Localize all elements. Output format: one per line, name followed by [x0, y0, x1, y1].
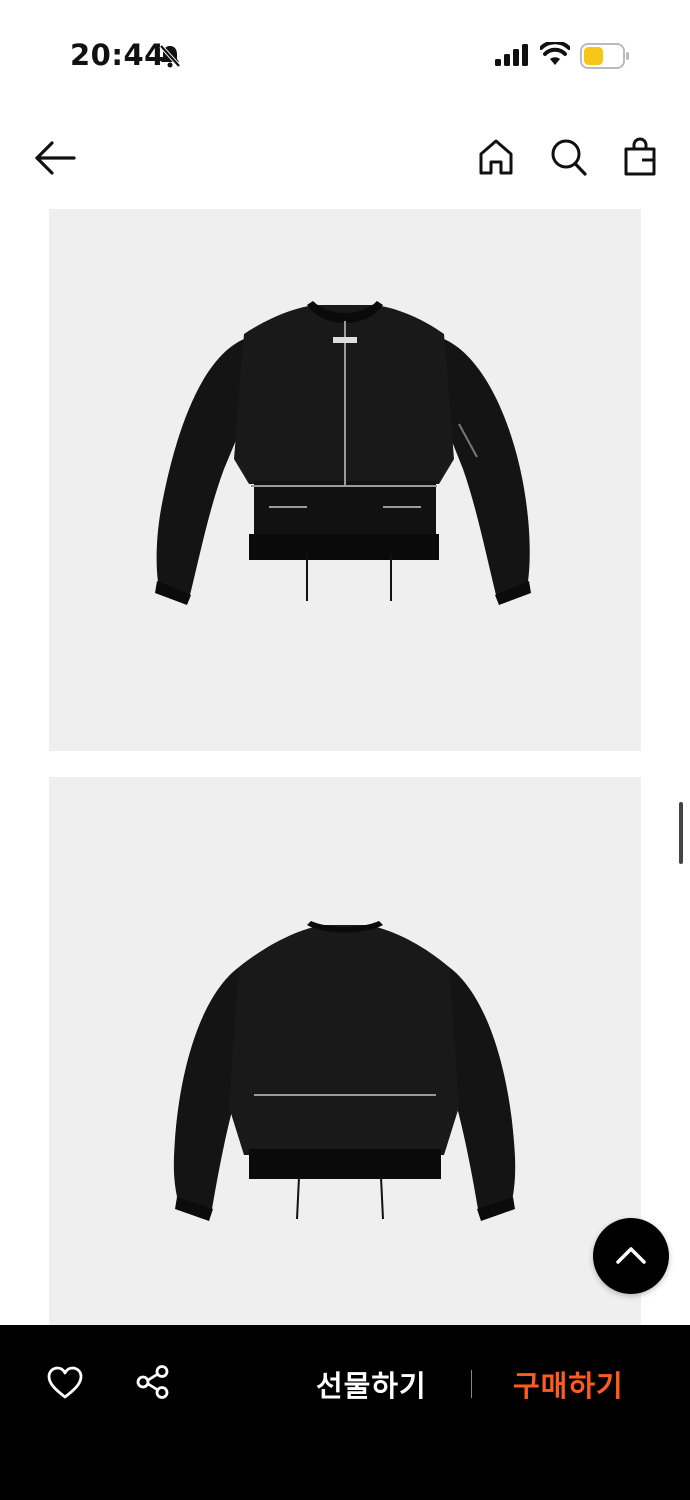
product-image-back	[49, 777, 641, 1337]
status-time: 20:44	[70, 38, 165, 72]
share-icon	[136, 1365, 169, 1399]
scroll-to-top-button[interactable]	[593, 1218, 669, 1294]
gift-button[interactable]: 선물하기	[316, 1363, 427, 1405]
cellular-signal-icon	[495, 44, 529, 70]
jacket-back-image	[173, 921, 516, 1221]
home-button[interactable]	[476, 136, 516, 178]
heart-icon	[47, 1366, 83, 1399]
bottom-action-bar: 선물하기 구매하기	[0, 1325, 690, 1500]
share-button[interactable]	[134, 1363, 172, 1401]
home-icon	[479, 139, 513, 175]
search-button[interactable]	[548, 136, 588, 178]
top-navigation	[0, 120, 690, 200]
back-button[interactable]	[32, 138, 78, 178]
wishlist-button[interactable]	[46, 1365, 84, 1401]
scroll-indicator[interactable]	[679, 802, 683, 864]
status-bar: 20:44	[0, 0, 690, 110]
buy-button[interactable]: 구매하기	[513, 1363, 624, 1405]
shopping-bag-icon	[624, 137, 656, 176]
jacket-front-image	[155, 301, 531, 605]
bell-slash-icon	[158, 43, 182, 73]
back-arrow-icon	[35, 141, 76, 175]
battery-icon	[580, 43, 630, 73]
search-icon	[551, 139, 587, 176]
chevron-up-icon	[616, 1247, 646, 1264]
shopping-bag-button[interactable]	[620, 136, 660, 178]
product-image-front	[49, 209, 641, 751]
divider	[471, 1370, 472, 1398]
wifi-icon	[539, 40, 571, 70]
